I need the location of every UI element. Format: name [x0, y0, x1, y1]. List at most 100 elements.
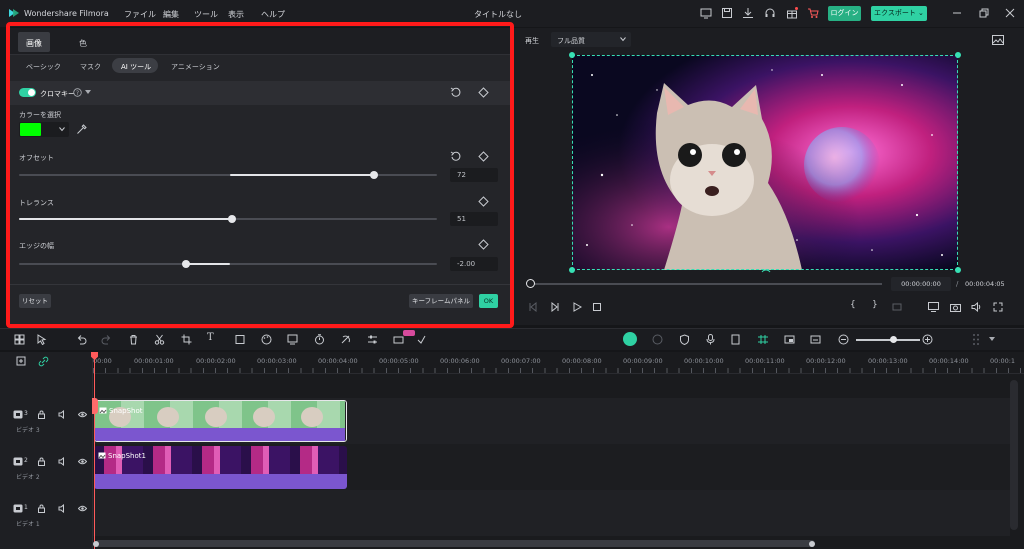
horizontal-scrollbar[interactable] — [95, 540, 815, 547]
app-title: Wondershare Filmora — [24, 9, 109, 18]
redo-icon[interactable] — [101, 334, 112, 345]
preview-scrub-track[interactable] — [530, 283, 882, 285]
ai-mode-toggle[interactable] — [623, 332, 637, 346]
ruler-label: 00:00:02:00 — [196, 357, 236, 365]
speed-icon[interactable] — [340, 334, 351, 345]
restore-icon[interactable] — [978, 7, 990, 19]
menu-view[interactable]: 表示 — [228, 9, 244, 20]
ruler-label: 00:00:1 — [990, 357, 1016, 365]
clip-snapshot1[interactable]: SnapShot1 — [94, 446, 347, 489]
current-time-box[interactable]: 00:00:00:00 — [891, 277, 951, 291]
select-tool-icon[interactable] — [36, 334, 47, 345]
add-track-icon[interactable] — [16, 356, 27, 367]
ai-cutout-icon[interactable] — [287, 334, 298, 345]
color-palette-icon[interactable] — [261, 334, 272, 345]
ai-audio-icon[interactable] — [393, 334, 404, 345]
zoom-slider-track[interactable] — [856, 339, 920, 341]
vertical-scrollbar[interactable] — [1010, 380, 1018, 530]
shape-icon[interactable] — [235, 334, 246, 345]
menu-edit[interactable]: 編集 — [163, 9, 179, 20]
eye-icon[interactable] — [78, 410, 87, 419]
prev-frame-icon[interactable] — [528, 302, 538, 312]
ruler-label: 00:00:05:00 — [379, 357, 419, 365]
track-number: 3 — [24, 410, 28, 417]
split-scissors-icon[interactable] — [154, 334, 165, 345]
eye-icon[interactable] — [78, 457, 87, 466]
mute-icon[interactable] — [58, 457, 67, 466]
quality-dropdown[interactable]: フル品質 — [551, 32, 631, 47]
caret-down-icon[interactable] — [989, 337, 995, 342]
clip-snapshot[interactable]: SnapShot — [94, 400, 347, 442]
menu-file[interactable]: ファイル — [124, 9, 156, 20]
play-icon[interactable] — [572, 302, 582, 312]
lock-icon[interactable] — [37, 457, 46, 466]
pip-icon[interactable] — [784, 334, 795, 345]
snapshot-menu-icon[interactable] — [892, 302, 902, 312]
monitor-icon[interactable] — [700, 7, 712, 19]
track-number: 1 — [24, 504, 28, 511]
clip-name: SnapShot1 — [108, 452, 146, 460]
scroll-handle-right[interactable] — [809, 541, 815, 547]
lock-icon[interactable] — [37, 410, 46, 419]
auto-highlight-icon[interactable] — [652, 334, 663, 345]
fullscreen-icon[interactable] — [993, 302, 1003, 312]
playhead-marker[interactable] — [92, 398, 98, 414]
text-tool-icon[interactable]: T — [207, 332, 214, 343]
next-frame-icon[interactable] — [550, 302, 560, 312]
volume-icon[interactable] — [971, 302, 982, 312]
menu-help[interactable]: ヘルプ — [261, 9, 285, 20]
mute-icon[interactable] — [58, 410, 67, 419]
undo-icon[interactable] — [76, 334, 87, 345]
subtitle-icon[interactable] — [810, 334, 821, 345]
camera-icon[interactable] — [950, 302, 961, 312]
mark-in-icon[interactable]: { — [850, 300, 856, 310]
save-icon[interactable] — [721, 7, 733, 19]
scroll-handle-left[interactable] — [93, 541, 99, 547]
link-icon[interactable] — [38, 356, 49, 367]
layout-grid-icon[interactable] — [14, 334, 25, 345]
lock-icon[interactable] — [37, 504, 46, 513]
playhead-line[interactable] — [94, 352, 95, 549]
mark-out-icon[interactable]: } — [872, 300, 878, 310]
close-icon[interactable] — [1004, 7, 1016, 19]
resize-handle[interactable] — [955, 267, 961, 273]
minimize-icon[interactable] — [951, 7, 963, 19]
clip-name: SnapShot — [109, 407, 143, 415]
rotate-handle-icon[interactable] — [760, 264, 772, 274]
display-icon[interactable] — [928, 302, 939, 312]
cart-icon[interactable] — [807, 7, 819, 19]
timer-icon[interactable] — [314, 334, 325, 345]
time-separator: / — [956, 280, 959, 288]
shield-icon[interactable] — [679, 334, 690, 345]
export-button[interactable]: エクスポート ⌄ — [871, 6, 927, 21]
time-ruler[interactable]: 00:00 00:00:01:00 00:00:02:00 00:00:03:0… — [93, 352, 1024, 374]
menu-tools[interactable]: ツール — [194, 9, 218, 20]
eye-icon[interactable] — [78, 504, 87, 513]
drag-handle-icon[interactable] — [972, 333, 980, 346]
snap-magnet-icon[interactable] — [757, 334, 769, 345]
download-icon[interactable] — [742, 7, 754, 19]
crop-icon[interactable] — [181, 334, 192, 345]
stop-icon[interactable] — [592, 302, 602, 312]
more-tools-icon[interactable] — [416, 334, 427, 345]
resize-handle[interactable] — [569, 52, 575, 58]
zoom-slider-knob[interactable] — [890, 336, 897, 343]
adjust-icon[interactable] — [367, 334, 378, 345]
mute-icon[interactable] — [58, 504, 67, 513]
zoom-out-icon[interactable] — [838, 334, 849, 345]
resize-handle[interactable] — [569, 267, 575, 273]
zoom-in-icon[interactable] — [922, 334, 933, 345]
microphone-icon[interactable] — [705, 334, 716, 345]
ruler-label: 00:00:11:00 — [745, 357, 785, 365]
voiceover-icon[interactable] — [731, 334, 742, 345]
delete-icon[interactable] — [128, 334, 139, 345]
ruler-label: 00:00:13:00 — [868, 357, 908, 365]
ruler-label: 00:00:09:00 — [623, 357, 663, 365]
resize-handle[interactable] — [955, 52, 961, 58]
gift-icon[interactable] — [786, 7, 798, 19]
login-button[interactable]: ログイン — [828, 6, 861, 21]
preview-scrub-knob[interactable] — [526, 279, 535, 288]
headset-icon[interactable] — [764, 7, 776, 19]
image-view-icon[interactable] — [992, 35, 1004, 45]
track-headers — [0, 352, 93, 549]
